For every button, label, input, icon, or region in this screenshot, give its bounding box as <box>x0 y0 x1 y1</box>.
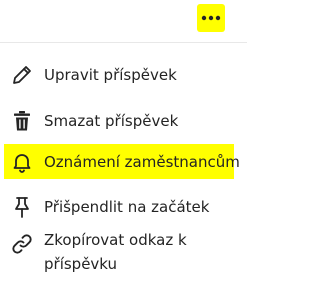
menu-item-label: Přišpendlit na začátek <box>44 198 210 216</box>
link-icon <box>9 231 35 257</box>
pin-icon <box>9 194 35 220</box>
menu-item-announce-to-employees[interactable]: Oznámení zaměstnancům <box>0 144 247 179</box>
trash-icon <box>9 108 35 134</box>
bell-icon <box>9 149 35 175</box>
more-horizontal-icon <box>201 15 221 21</box>
menu-item-pin-to-top[interactable]: Přišpendlit na začátek <box>0 193 247 221</box>
menu-item-label: Upravit příspěvek <box>44 66 177 84</box>
menu-item-copy-link[interactable]: Zkopírovat odkaz k příspěvku <box>0 224 247 276</box>
more-options-button[interactable] <box>197 4 225 32</box>
top-bar <box>0 0 247 42</box>
post-options-menu: Upravit příspěvek Smazat příspěvek Oznám… <box>0 42 247 290</box>
menu-item-label: Smazat příspěvek <box>44 112 179 130</box>
menu-item-label: Oznámení zaměstnancům <box>44 153 240 171</box>
menu-item-label-line1: Zkopírovat odkaz k <box>44 231 187 249</box>
menu-item-label: Zkopírovat odkaz k příspěvku <box>44 228 187 276</box>
menu-item-delete-post[interactable]: Smazat příspěvek <box>0 107 247 135</box>
menu-item-label-line2: příspěvku <box>44 255 118 273</box>
pencil-icon <box>9 62 35 88</box>
menu-item-edit-post[interactable]: Upravit příspěvek <box>0 61 247 89</box>
